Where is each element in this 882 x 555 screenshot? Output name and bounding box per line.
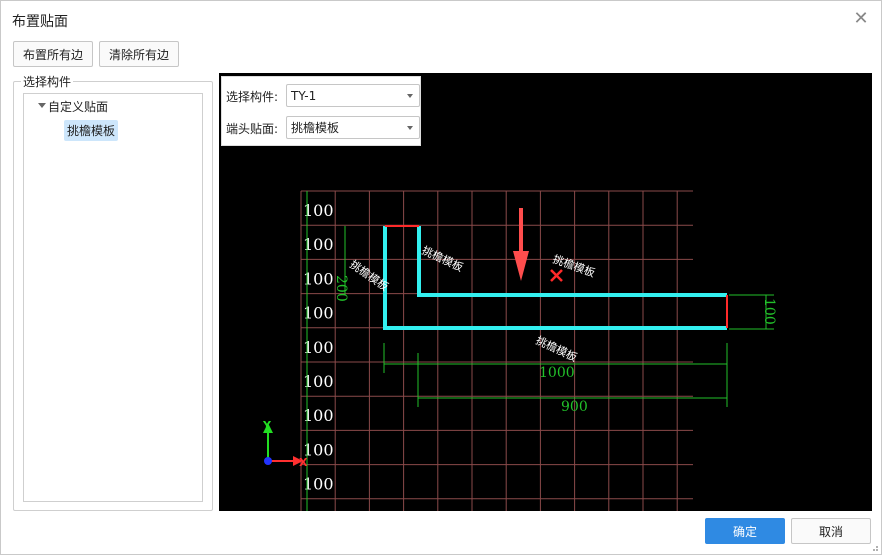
component-label: 选择构件: [226, 90, 279, 104]
properties-panel: 选择构件: TY-1 端头贴面: 挑檐模板 [221, 76, 421, 146]
axis-x-label: X [299, 456, 308, 469]
face-label-2: 挑檐模板 [420, 243, 466, 274]
row-label: 100 [303, 406, 334, 425]
tree-node-root[interactable]: 自定义贴面 [24, 94, 202, 116]
resize-grip-icon[interactable] [870, 543, 878, 551]
dim-left-text: 200 [333, 275, 349, 302]
component-select-value: TY-1 [291, 88, 317, 103]
dialog-window: 布置贴面 ✕ 布置所有边 清除所有边 选择构件 自定义贴面 挑檐模板 100 10… [0, 0, 882, 555]
component-tree: 自定义贴面 挑檐模板 [23, 93, 203, 502]
row-label: 100 [303, 372, 334, 391]
row-label: 100 [303, 440, 334, 459]
row-label: 100 [303, 509, 334, 511]
tree-node-selected[interactable]: 挑檐模板 [64, 120, 119, 141]
end-face-select[interactable]: 挑檐模板 [286, 116, 420, 139]
component-select[interactable]: TY-1 [286, 84, 420, 107]
clear-all-edges-button[interactable]: 清除所有边 [99, 41, 179, 67]
end-face-label: 端头贴面: [226, 122, 279, 136]
row-label: 100 [303, 304, 334, 323]
cross-marker-icon [550, 269, 563, 282]
row-label: 100 [303, 235, 334, 254]
direction-arrow-icon [513, 208, 529, 281]
dim-bottom-900: 900 [561, 399, 588, 415]
close-icon[interactable]: ✕ [851, 9, 871, 29]
chevron-down-icon [407, 94, 413, 98]
chevron-down-icon [407, 126, 413, 130]
row-label: 100 [303, 201, 334, 220]
ok-button[interactable]: 确定 [705, 518, 785, 544]
grid-lines [300, 190, 693, 511]
tree-node-root-label: 自定义贴面 [48, 100, 109, 114]
dim-right-text: 100 [761, 298, 777, 325]
row-label: 100 [303, 338, 334, 357]
axis-y-label: Y [262, 419, 272, 432]
end-face-select-value: 挑檐模板 [291, 121, 340, 135]
place-all-edges-button[interactable]: 布置所有边 [13, 41, 93, 67]
expand-arrow-icon[interactable] [38, 103, 46, 108]
dim-bottom-1000: 1000 [539, 365, 575, 381]
component-group-legend: 选择构件 [21, 73, 74, 90]
row-label: 100 [303, 269, 334, 288]
cancel-button[interactable]: 取消 [791, 518, 871, 544]
dialog-title: 布置贴面 [12, 14, 68, 30]
row-label: 100 [303, 475, 334, 494]
